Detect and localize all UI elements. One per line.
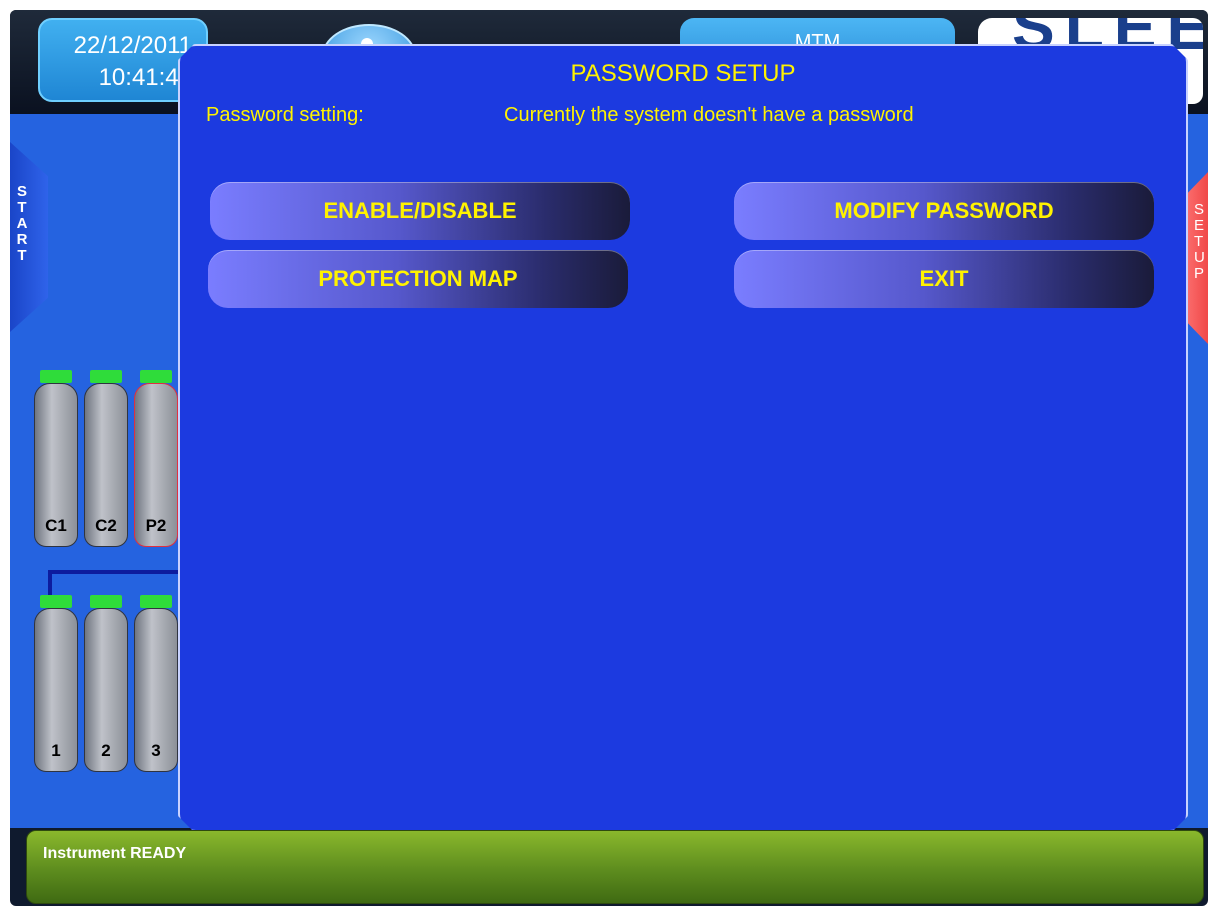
protection-map-button[interactable]: PROTECTION MAP [208, 250, 628, 308]
status-message: Instrument READY [43, 845, 187, 862]
bottle-p2[interactable]: P2 [134, 370, 178, 547]
modify-password-label: MODIFY PASSWORD [834, 198, 1054, 223]
bottle-cap [140, 595, 172, 608]
app-frame: 22/12/2011 10:41:49 MTM SLEE START SETUP… [10, 10, 1208, 906]
bottle-cap [90, 370, 122, 383]
password-setting-label: Password setting: [206, 104, 364, 126]
bottle-2[interactable]: 2 [84, 595, 128, 772]
exit-label: EXIT [919, 266, 969, 291]
password-setup-dialog: PASSWORD SETUP Password setting: Current… [178, 44, 1188, 832]
bottle-cap [40, 595, 72, 608]
time-text: 10:41:49 [98, 64, 192, 91]
enable-disable-label: ENABLE/DISABLE [323, 198, 517, 223]
start-tab-label: START [16, 183, 28, 264]
enable-disable-button[interactable]: ENABLE/DISABLE [210, 182, 630, 240]
protection-map-label: PROTECTION MAP [318, 266, 518, 291]
bottle-cap [40, 370, 72, 383]
status-bar: Instrument READY [26, 830, 1204, 904]
bottle-1[interactable]: 1 [34, 595, 78, 772]
dialog-title: PASSWORD SETUP [570, 60, 796, 87]
date-text: 22/12/2011 [73, 32, 192, 59]
bottle-label: 1 [51, 741, 61, 760]
bottle-label: 3 [151, 741, 161, 760]
bottle-c2[interactable]: C2 [84, 370, 128, 547]
setup-tab-label: SETUP [1194, 201, 1205, 282]
password-status-text: Currently the system doesn't have a pass… [504, 104, 914, 126]
exit-button[interactable]: EXIT [734, 250, 1154, 308]
bottle-cap [90, 595, 122, 608]
bottle-label: C1 [45, 516, 67, 535]
modify-password-button[interactable]: MODIFY PASSWORD [734, 182, 1154, 240]
bottle-c1[interactable]: C1 [34, 370, 78, 547]
bottle-label: P2 [145, 516, 167, 535]
bottle-cap [140, 370, 172, 383]
bottle-label: C2 [95, 516, 117, 535]
bottle-label: 2 [101, 741, 111, 760]
bottle-3[interactable]: 3 [134, 595, 178, 772]
